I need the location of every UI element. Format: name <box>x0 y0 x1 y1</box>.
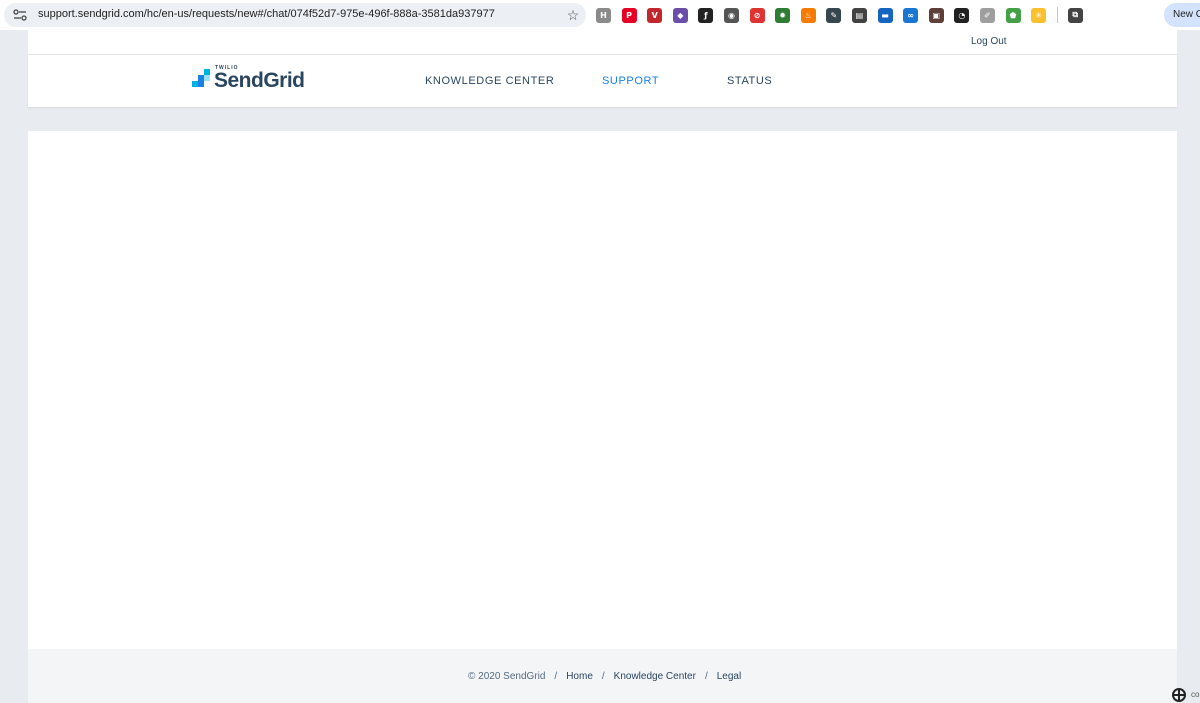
sendgrid-logo[interactable]: TWILIO SendGrid <box>192 62 305 92</box>
gauge-icon[interactable]: ◔ <box>954 7 970 23</box>
extensions-puzzle-icon[interactable]: ⧉ <box>1067 7 1083 23</box>
pinterest-icon[interactable]: P <box>621 7 637 23</box>
shield-extension-icon[interactable]: ⬟ <box>1005 7 1021 23</box>
extensions-bar: H P V ◆ ƒ ◉ ⊘ ✹ ♨ ✎ ▤ ▬ ∞ ▣ ◔ ✐ ⬟ ✳ ⧉ <box>596 6 1093 24</box>
url-text[interactable]: support.sendgrid.com/hc/en-us/requests/n… <box>38 8 495 20</box>
utility-bar: Log Out <box>28 30 1177 55</box>
bookmark-star-icon[interactable]: ☆ <box>565 7 581 23</box>
footer-knowledge-center-link[interactable]: Knowledge Center <box>614 671 696 682</box>
nav-status[interactable]: STATUS <box>727 75 772 87</box>
sendgrid-logo-mark <box>192 69 210 87</box>
address-bar[interactable]: support.sendgrid.com/hc/en-us/requests/n… <box>4 3 586 27</box>
logo-wordmark: SendGrid <box>214 69 305 92</box>
toolbar-divider <box>1056 7 1058 23</box>
puzzle-robot-icon[interactable]: ◆ <box>672 7 688 23</box>
book-icon[interactable]: ▣ <box>928 7 944 23</box>
car-icon[interactable]: ▬ <box>877 7 893 23</box>
footer-legal-link[interactable]: Legal <box>717 671 741 682</box>
footer-separator: / <box>704 671 708 682</box>
site-header: TWILIO SendGrid KNOWLEDGE CENTER SUPPORT… <box>28 55 1177 107</box>
page: Log Out TWILIO SendGrid KNOWLEDGE CENTER… <box>28 30 1177 703</box>
footer-home-link[interactable]: Home <box>566 671 593 682</box>
fp-extension-icon[interactable]: ƒ <box>698 7 714 23</box>
main-content-area <box>28 131 1177 649</box>
block-icon[interactable]: ⊘ <box>749 7 765 23</box>
footer-separator: / <box>601 671 605 682</box>
nav-knowledge-center[interactable]: KNOWLEDGE CENTER <box>425 75 554 87</box>
pen-icon[interactable]: ✐ <box>979 7 995 23</box>
fire-icon[interactable]: ♨ <box>800 7 816 23</box>
v-extension-icon[interactable]: V <box>647 7 663 23</box>
site-footer: © 2020 SendGrid / Home / Knowledge Cente… <box>28 649 1177 703</box>
footer-links: © 2020 SendGrid / Home / Knowledge Cente… <box>468 671 741 682</box>
chat-widget-label[interactable]: co <box>1191 690 1199 699</box>
browser-toolbar: support.sendgrid.com/hc/en-us/requests/n… <box>0 0 1200 30</box>
location-pin-icon[interactable]: ◉ <box>723 7 739 23</box>
footer-separator: / <box>554 671 558 682</box>
chat-widget-icon[interactable] <box>1172 688 1186 702</box>
nav-support[interactable]: SUPPORT <box>602 75 659 87</box>
footer-copyright: © 2020 SendGrid <box>468 671 546 682</box>
gear-extension-icon[interactable]: ✹ <box>775 7 791 23</box>
link-icon[interactable]: ∞ <box>903 7 919 23</box>
sun-icon[interactable]: ✳ <box>1031 7 1047 23</box>
tag-icon[interactable]: ✎ <box>826 7 842 23</box>
h-extension-icon[interactable]: H <box>596 7 611 23</box>
new-chat-button[interactable]: New Ch <box>1164 3 1200 27</box>
document-icon[interactable]: ▤ <box>851 7 867 23</box>
site-info-icon[interactable] <box>13 9 27 21</box>
logout-link[interactable]: Log Out <box>971 36 1007 47</box>
